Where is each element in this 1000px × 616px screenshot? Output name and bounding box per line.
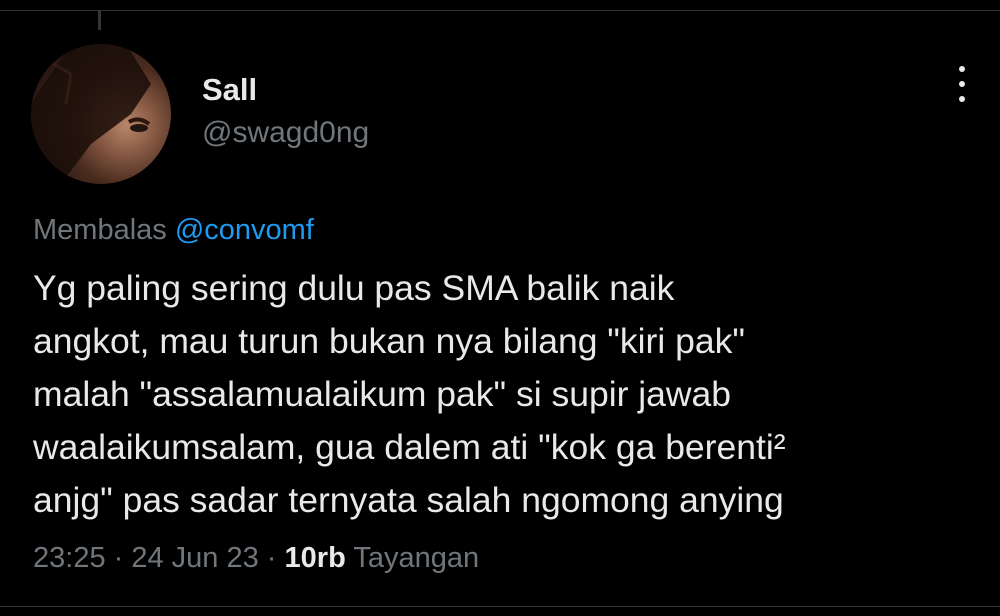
- tweet-date[interactable]: 24 Jun 23: [131, 542, 258, 574]
- user-display-name[interactable]: Sall: [202, 72, 257, 108]
- tweet-text-line: angkot, mau turun bukan nya bilang "kiri…: [33, 321, 745, 361]
- more-options-button[interactable]: [950, 66, 974, 102]
- views-count[interactable]: 10rb: [285, 542, 346, 574]
- top-divider: [0, 10, 1000, 11]
- bottom-divider: [0, 606, 1000, 607]
- reply-prefix: Membalas: [33, 214, 175, 246]
- more-vertical-icon: [959, 96, 965, 102]
- meta-separator: ·: [105, 542, 132, 574]
- user-handle[interactable]: @swagd0ng: [202, 115, 369, 151]
- meta-separator: ·: [258, 542, 285, 574]
- tweet-text-line: Yg paling sering dulu pas SMA balik naik: [33, 268, 675, 308]
- views-label: Tayangan: [345, 542, 480, 574]
- avatar-image: [31, 44, 151, 184]
- thread-connector-line: [98, 10, 101, 30]
- tweet-text: Yg paling sering dulu pas SMA balik naik…: [33, 262, 973, 527]
- tweet-text-line: anjg" pas sadar ternyata salah ngomong a…: [33, 480, 784, 520]
- tweet-time[interactable]: 23:25: [33, 542, 106, 574]
- avatar[interactable]: [31, 44, 171, 184]
- reply-context: Membalas @convomf: [33, 212, 314, 248]
- tweet-text-line: malah "assalamualaikum pak" si supir jaw…: [33, 374, 732, 414]
- reply-mention-link[interactable]: @convomf: [175, 214, 314, 246]
- tweet-text-line: waalaikumsalam, gua dalem ati "kok ga be…: [33, 427, 786, 467]
- more-vertical-icon: [959, 66, 965, 72]
- tweet-meta: 23:25 · 24 Jun 23 · 10rb Tayangan: [33, 540, 479, 576]
- more-vertical-icon: [959, 81, 965, 87]
